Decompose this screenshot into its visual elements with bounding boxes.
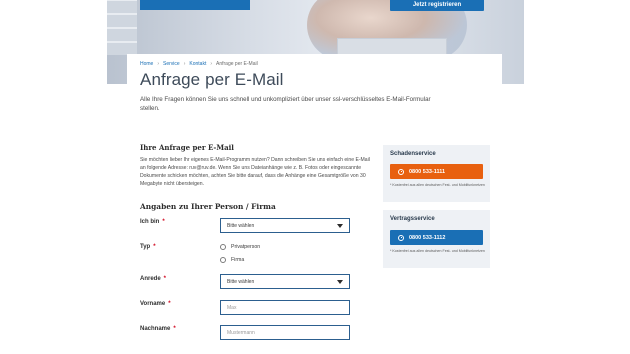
chevron-down-icon: [337, 224, 343, 228]
breadcrumb-current: Anfrage per E-Mail: [216, 61, 258, 67]
breadcrumb-home[interactable]: Home: [140, 61, 153, 67]
breadcrumb: Home › Service › Kontakt › Anfrage per E…: [140, 61, 258, 67]
required-marker: *: [162, 219, 165, 225]
radio-circle-icon: [220, 257, 226, 263]
vertragsservice-phone-button[interactable]: 0800 533-1112: [390, 230, 483, 245]
required-marker: *: [153, 244, 156, 250]
vertragsservice-box: Vertragsservice 0800 533-1112 * Kostenfr…: [383, 210, 490, 268]
vertragsservice-title: Vertragsservice: [390, 216, 435, 222]
request-text: Sie möchten lieber Ihr eigenes E-Mail-Pr…: [140, 157, 370, 187]
breadcrumb-separator: ›: [210, 61, 213, 67]
breadcrumb-separator: ›: [183, 61, 186, 67]
vertragsservice-note: * Kostenfrei aus allen deutschen Fest- u…: [390, 249, 485, 253]
vorname-label: Vorname *: [140, 301, 171, 307]
hero-blue-stripe: [140, 0, 250, 10]
nachname-input[interactable]: [220, 325, 350, 340]
ich-bin-select[interactable]: Bitte wählen: [220, 218, 350, 233]
page-intro: Alle Ihre Fragen können Sie uns schnell …: [140, 96, 431, 112]
page-title: Anfrage per E-Mail: [140, 70, 284, 89]
hero-background-pattern: [107, 0, 137, 55]
schadenservice-note: * Kostenfrei aus allen deutschen Fest- u…: [390, 183, 485, 187]
anrede-select[interactable]: Bitte wählen: [220, 274, 350, 289]
breadcrumb-kontakt[interactable]: Kontakt: [189, 61, 206, 67]
required-marker: *: [168, 301, 171, 307]
schadenservice-phone-button[interactable]: 0800 533-1111: [390, 164, 483, 179]
typ-label: Typ *: [140, 244, 156, 250]
vorname-input[interactable]: [220, 300, 350, 315]
required-marker: *: [163, 276, 167, 282]
schadenservice-title: Schadenservice: [390, 151, 436, 157]
radio-circle-icon: [220, 244, 226, 250]
phone-icon: [398, 168, 404, 175]
ich-bin-label: Ich bin *: [140, 219, 165, 225]
schadenservice-box: Schadenservice 0800 533-1111 * Kostenfre…: [383, 145, 490, 202]
chevron-down-icon: [337, 280, 343, 284]
phone-icon: [398, 234, 404, 241]
form-heading: Angaben zu Ihrer Person / Firma: [140, 202, 276, 211]
request-heading: Ihre Anfrage per E-Mail: [140, 143, 234, 152]
radio-privatperson[interactable]: Privatperson: [220, 244, 260, 250]
register-button[interactable]: Jetzt registrieren: [390, 0, 484, 11]
breadcrumb-separator: ›: [157, 61, 160, 67]
radio-firma[interactable]: Firma: [220, 257, 244, 263]
anrede-label: Anrede *: [140, 276, 167, 282]
breadcrumb-service[interactable]: Service: [163, 61, 180, 67]
required-marker: *: [173, 326, 176, 332]
nachname-label: Nachname *: [140, 326, 176, 332]
